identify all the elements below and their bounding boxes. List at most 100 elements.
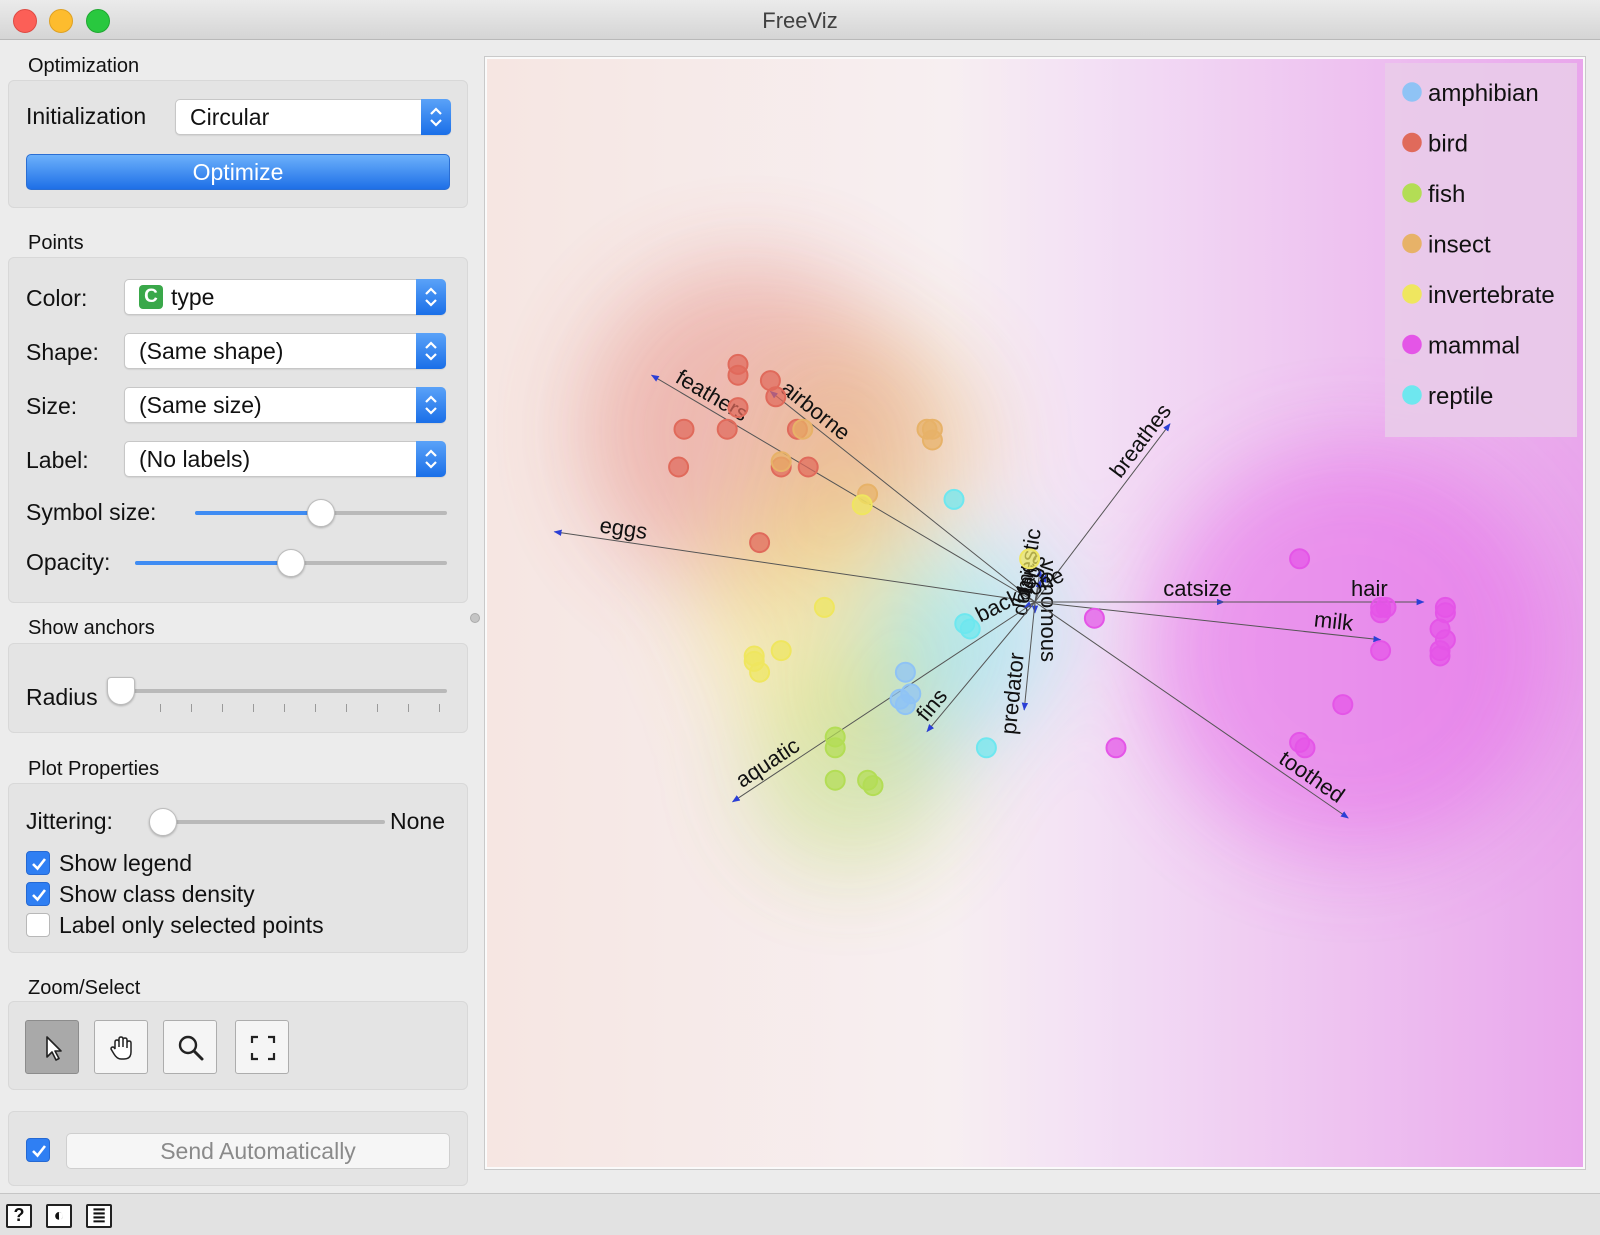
data-point-amphibian[interactable] xyxy=(894,694,916,716)
data-point-bird[interactable] xyxy=(668,456,690,478)
data-point-reptile[interactable] xyxy=(943,488,965,510)
initialization-value: Circular xyxy=(190,104,270,130)
pan-tool-button[interactable] xyxy=(94,1020,148,1074)
opacity-thumb[interactable] xyxy=(277,549,305,577)
data-point-mammal[interactable] xyxy=(1332,694,1354,716)
data-point-bird[interactable] xyxy=(797,456,819,478)
plot-properties-box: Jittering: None Show legend Show class d… xyxy=(8,783,468,953)
title-bar: FreeViz xyxy=(0,0,1600,40)
shape-value: (Same shape) xyxy=(139,338,284,364)
jittering-thumb[interactable] xyxy=(149,808,177,836)
symbol-size-label: Symbol size: xyxy=(26,499,157,525)
data-point-bird[interactable] xyxy=(716,418,738,440)
color-select[interactable]: Ctype xyxy=(124,279,446,315)
show-class-density-checkbox[interactable] xyxy=(26,882,50,906)
radius-slider[interactable] xyxy=(107,677,447,705)
data-point-bird[interactable] xyxy=(673,418,695,440)
window-title: FreeViz xyxy=(762,8,838,33)
optimize-button[interactable]: Optimize xyxy=(26,154,450,190)
jittering-label: Jittering: xyxy=(26,808,113,834)
report-icon[interactable]: ◐ xyxy=(46,1204,72,1228)
shape-select[interactable]: (Same shape) xyxy=(124,333,446,369)
data-point-mammal[interactable] xyxy=(1429,645,1451,667)
data-point-insect[interactable] xyxy=(921,429,943,451)
data-point-fish[interactable] xyxy=(824,737,846,759)
data-point-mammal[interactable] xyxy=(1370,602,1392,624)
select-tool-button[interactable] xyxy=(25,1020,79,1074)
data-point-invertebrate[interactable] xyxy=(749,661,771,683)
data-point-invertebrate[interactable] xyxy=(1019,548,1041,570)
data-point-invertebrate[interactable] xyxy=(851,494,873,516)
anchor-label-catsize: catsize xyxy=(1163,576,1231,601)
legend-label-reptile: reptile xyxy=(1428,383,1493,410)
radius-tick xyxy=(160,704,161,712)
chevron-updown-icon xyxy=(416,387,446,423)
label-only-selected-checkbox[interactable] xyxy=(26,913,50,937)
data-point-reptile[interactable] xyxy=(975,737,997,759)
zoom-tool-button[interactable] xyxy=(163,1020,217,1074)
legend-label-mammal: mammal xyxy=(1428,333,1520,360)
data-point-insect[interactable] xyxy=(792,418,814,440)
help-icon[interactable]: ? xyxy=(6,1204,32,1228)
legend-swatch-mammal xyxy=(1402,334,1422,355)
log-icon[interactable]: ≣ xyxy=(86,1204,112,1228)
anchors-box: Radius xyxy=(8,643,468,733)
label-only-selected-label: Label only selected points xyxy=(59,912,324,938)
show-legend-checkbox[interactable] xyxy=(26,851,50,875)
zoom-select-title: Zoom/Select xyxy=(28,977,141,999)
anchor-label-milk: milk xyxy=(1313,607,1356,636)
data-point-invertebrate[interactable] xyxy=(813,596,835,618)
send-automatically-checkbox[interactable] xyxy=(26,1138,50,1162)
data-point-mammal[interactable] xyxy=(1105,737,1127,759)
radius-tick xyxy=(377,704,378,712)
symbol-size-slider[interactable] xyxy=(195,499,447,527)
legend-swatch-bird xyxy=(1402,132,1422,153)
symbol-size-fill xyxy=(195,511,321,515)
checkmark-icon xyxy=(32,858,47,871)
freeviz-plot[interactable]: feathers airborneeggsbreathesdomesticlegs… xyxy=(487,59,1583,1167)
data-point-mammal[interactable] xyxy=(1289,548,1311,570)
legend-label-insect: insect xyxy=(1428,232,1491,259)
data-point-mammal[interactable] xyxy=(1294,737,1316,759)
data-point-reptile[interactable] xyxy=(959,618,981,640)
data-point-mammal[interactable] xyxy=(1370,640,1392,662)
symbol-size-thumb[interactable] xyxy=(307,499,335,527)
reset-zoom-button[interactable] xyxy=(235,1020,289,1074)
data-point-amphibian[interactable] xyxy=(894,661,916,683)
data-point-insect[interactable] xyxy=(770,451,792,473)
data-point-bird[interactable] xyxy=(749,532,771,554)
legend-swatch-amphibian xyxy=(1402,82,1422,102)
chevron-updown-icon xyxy=(416,441,446,477)
opacity-fill xyxy=(135,561,291,565)
legend-swatch-invertebrate xyxy=(1402,284,1422,304)
show-class-density-label: Show class density xyxy=(59,881,255,907)
color-label: Color: xyxy=(26,285,88,311)
pan-hand-icon xyxy=(110,1036,132,1060)
data-point-bird[interactable] xyxy=(765,386,787,408)
legend-label-amphibian: amphibian xyxy=(1428,80,1539,107)
send-automatically-button[interactable]: Send Automatically xyxy=(66,1133,450,1169)
data-point-fish[interactable] xyxy=(824,769,846,791)
radius-thumb[interactable] xyxy=(107,677,135,705)
initialization-label: Initialization xyxy=(26,103,147,129)
data-point-bird[interactable] xyxy=(727,397,749,419)
label-select[interactable]: (No labels) xyxy=(124,441,446,477)
radius-tick xyxy=(253,704,254,712)
show-legend-label: Show legend xyxy=(59,850,192,876)
data-point-invertebrate[interactable] xyxy=(770,640,792,662)
optimization-title: Optimization xyxy=(28,55,140,77)
data-point-mammal[interactable] xyxy=(1083,607,1105,629)
size-select[interactable]: (Same size) xyxy=(124,387,446,423)
size-value: (Same size) xyxy=(139,392,262,418)
opacity-slider[interactable] xyxy=(135,549,447,577)
jittering-slider[interactable] xyxy=(149,808,385,836)
anchors-title: Show anchors xyxy=(28,617,155,639)
chevron-updown-icon xyxy=(421,99,451,135)
initialization-select[interactable]: Circular xyxy=(175,99,451,135)
data-point-fish[interactable] xyxy=(862,775,884,797)
splitter-handle[interactable] xyxy=(470,613,480,623)
radius-label: Radius xyxy=(26,684,98,710)
data-point-bird[interactable] xyxy=(727,364,749,386)
label-value: (No labels) xyxy=(139,446,251,472)
freeviz-window: FreeViz Optimization Initialization Circ… xyxy=(0,0,1600,1235)
